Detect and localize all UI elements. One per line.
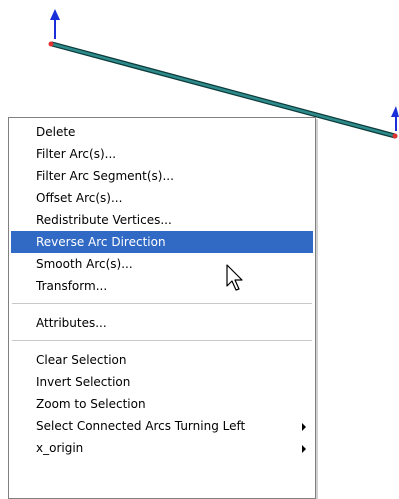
menu-item-clear-selection[interactable]: Clear Selection <box>9 349 315 371</box>
menu-item-label: Redistribute Vertices... <box>36 213 172 227</box>
menu-item-label: Zoom to Selection <box>36 397 146 411</box>
menu-item-filter-arc-segments[interactable]: Filter Arc Segment(s)... <box>9 165 315 187</box>
context-menu: Delete Filter Arc(s)... Filter Arc Segme… <box>8 117 316 499</box>
start-node-vertex[interactable] <box>48 41 54 47</box>
end-node-vertex[interactable] <box>392 133 398 139</box>
menu-item-reverse-arc-direction[interactable]: Reverse Arc Direction <box>11 231 313 253</box>
menu-item-filter-arcs[interactable]: Filter Arc(s)... <box>9 143 315 165</box>
menu-item-zoom-to-selection[interactable]: Zoom to Selection <box>9 393 315 415</box>
menu-item-label: Offset Arc(s)... <box>36 191 123 205</box>
menu-item-label: Attributes... <box>36 316 107 330</box>
menu-item-label: Smooth Arc(s)... <box>36 257 133 271</box>
menu-item-delete[interactable]: Delete <box>9 121 315 143</box>
menu-item-label: Select Connected Arcs Turning Left <box>36 419 246 433</box>
menu-item-label: Clear Selection <box>36 353 127 367</box>
arrow-pointer-icon <box>226 264 243 291</box>
submenu-arrow-icon <box>302 423 306 431</box>
menu-item-smooth-arcs[interactable]: Smooth Arc(s)... <box>9 253 315 275</box>
menu-item-select-connected-arcs-turning-left[interactable]: Select Connected Arcs Turning Left <box>9 415 315 437</box>
submenu-arrow-icon <box>302 445 306 453</box>
menu-item-label: Filter Arc Segment(s)... <box>36 169 174 183</box>
direction-arrow-icon <box>50 9 60 39</box>
menu-item-label: Transform... <box>36 279 108 293</box>
menu-item-label: Reverse Arc Direction <box>36 235 166 249</box>
menu-separator <box>12 340 312 341</box>
menu-item-attributes[interactable]: Attributes... <box>9 312 315 334</box>
menu-item-label: Filter Arc(s)... <box>36 147 117 161</box>
menu-item-label: Delete <box>36 125 76 139</box>
menu-item-redistribute-vertices[interactable]: Redistribute Vertices... <box>9 209 315 231</box>
menu-item-x-origin[interactable]: x_origin <box>9 437 315 459</box>
menu-item-transform[interactable]: Transform... <box>9 275 315 297</box>
menu-item-label: Invert Selection <box>36 375 131 389</box>
menu-item-invert-selection[interactable]: Invert Selection <box>9 371 315 393</box>
menu-item-label: x_origin <box>36 441 84 455</box>
direction-arrow-icon <box>391 106 399 131</box>
menu-item-offset-arcs[interactable]: Offset Arc(s)... <box>9 187 315 209</box>
menu-separator <box>12 303 312 304</box>
